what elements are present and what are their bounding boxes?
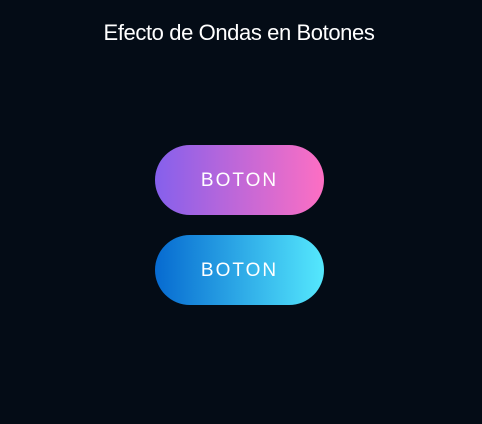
gradient-button-blue[interactable]: BOTON (155, 235, 324, 305)
page-title: Efecto de Ondas en Botones (103, 19, 375, 45)
gradient-button-pink[interactable]: BOTON (155, 145, 324, 215)
